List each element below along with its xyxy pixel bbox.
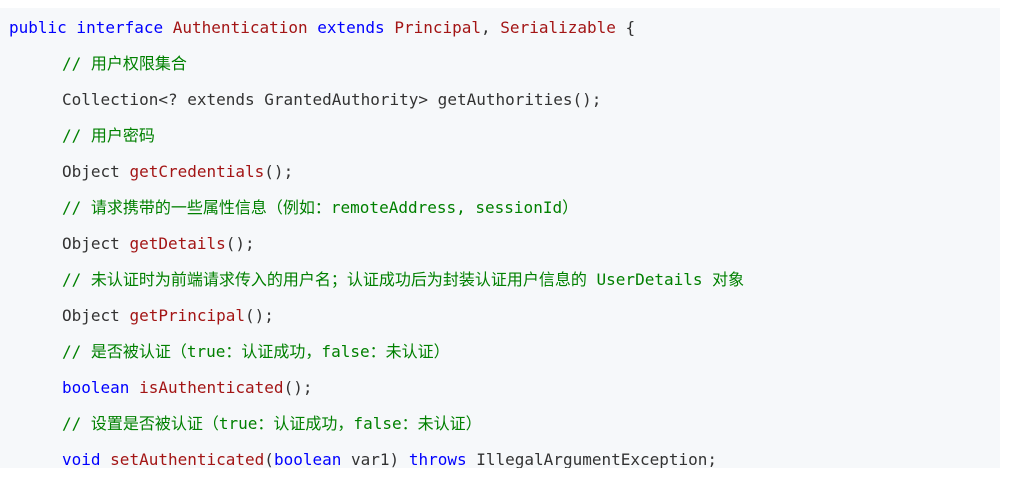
code-token-type-name: Authentication xyxy=(172,18,308,37)
code-token-plain: (); xyxy=(245,306,274,325)
code-line: void setAuthenticated(boolean var1) thro… xyxy=(62,442,717,468)
code-token-comment: // 用户权限集合 xyxy=(62,54,187,73)
code-line: // 是否被认证（true：认证成功，false：未认证） xyxy=(62,334,450,370)
code-token-plain: , xyxy=(481,18,501,37)
code-token-plain: (); xyxy=(264,162,294,181)
code-line: Object getCredentials(); xyxy=(62,154,293,190)
code-token-keyword: throws xyxy=(408,450,467,468)
code-token-keyword: public interface xyxy=(9,18,173,37)
code-token-type-name: Serializable xyxy=(500,18,616,37)
code-token-keyword: boolean xyxy=(273,450,342,468)
code-token-method-name: setAuthenticated xyxy=(110,450,265,468)
code-token-method-name: getPrincipal xyxy=(129,306,246,325)
code-token-method-name: getCredentials xyxy=(129,162,265,181)
code-token-plain: var1) xyxy=(341,450,409,468)
code-token-plain: { xyxy=(615,18,636,37)
code-token-method-name: isAuthenticated xyxy=(139,378,284,397)
code-token-keyword: extends xyxy=(307,18,395,37)
code-line: // 用户密码 xyxy=(62,118,155,154)
code-token-comment: // 未认证时为前端请求传入的用户名；认证成功后为封装认证用户信息的 UserD… xyxy=(62,270,745,289)
code-line: // 未认证时为前端请求传入的用户名；认证成功后为封装认证用户信息的 UserD… xyxy=(62,262,744,298)
code-token-plain: (); xyxy=(283,378,313,397)
code-line: // 请求携带的一些属性信息（例如：remoteAddress, session… xyxy=(62,190,578,226)
code-viewer: public interface Authentication extends … xyxy=(0,0,1011,484)
code-line: Collection<? extends GrantedAuthority> g… xyxy=(62,82,601,118)
code-line: // 用户权限集合 xyxy=(62,46,187,82)
code-token-plain: (); xyxy=(225,234,255,253)
code-line: public interface Authentication extends … xyxy=(9,10,635,46)
code-token-comment: // 设置是否被认证（true：认证成功，false：未认证） xyxy=(62,414,482,433)
code-line: Object getDetails(); xyxy=(62,226,255,262)
code-block: public interface Authentication extends … xyxy=(0,8,1000,468)
code-line: // 设置是否被认证（true：认证成功，false：未认证） xyxy=(62,406,482,442)
code-token-plain: IllegalArgumentException; xyxy=(466,450,718,468)
code-token-plain: Object xyxy=(62,306,130,325)
code-token-plain: Object xyxy=(62,162,130,181)
code-token-type-name: Principal xyxy=(394,18,482,37)
code-line: boolean isAuthenticated(); xyxy=(62,370,312,406)
code-token-plain: Object xyxy=(62,234,130,253)
code-token-plain: Collection<? extends GrantedAuthority> g… xyxy=(62,90,602,109)
code-token-plain: ( xyxy=(264,450,274,468)
code-token-comment: // 是否被认证（true：认证成功，false：未认证） xyxy=(62,342,450,361)
code-token-method-name: getDetails xyxy=(129,234,226,253)
code-token-keyword: void xyxy=(62,450,111,468)
code-line: Object getPrincipal(); xyxy=(62,298,274,334)
code-token-comment: // 用户密码 xyxy=(62,126,155,145)
code-token-keyword: boolean xyxy=(62,378,140,397)
code-token-comment: // 请求携带的一些属性信息（例如：remoteAddress, session… xyxy=(62,198,579,217)
